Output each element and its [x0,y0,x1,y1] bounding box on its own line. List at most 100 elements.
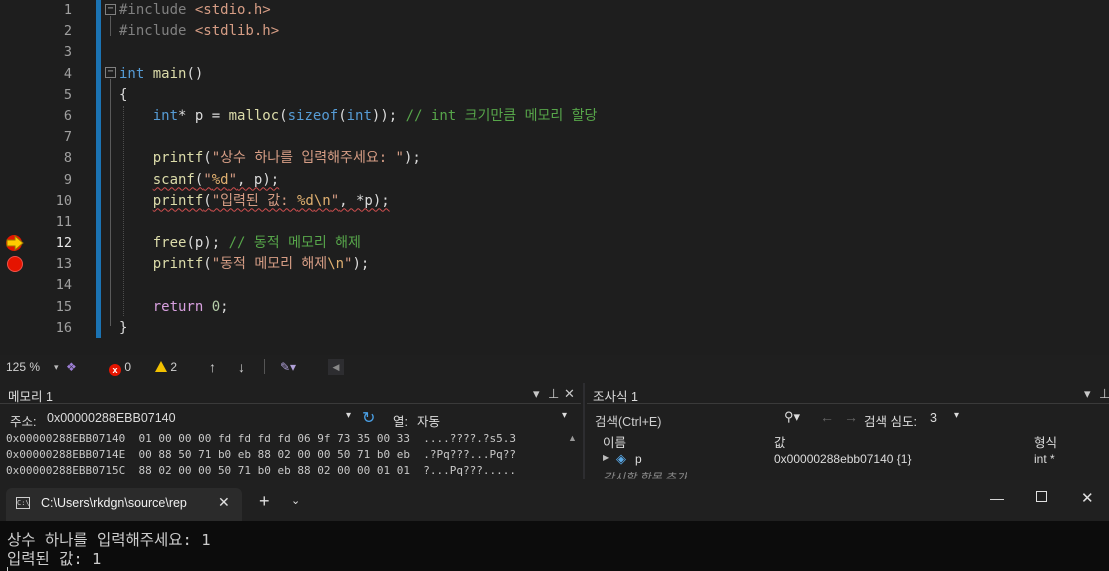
column-header-value[interactable]: 값 [774,432,786,451]
watch-row[interactable]: ▶ ◈ p 0x00000288ebb07140 {1} int * [587,450,1109,468]
memory-window[interactable]: 메모리 1 ▾ ⊥ ✕ 주소: 0x00000288EBB07140 ▾ ↻ 열… [0,383,581,479]
watch-item-name[interactable]: p [635,452,642,466]
change-tracking-bar [96,0,101,338]
close-tab-icon[interactable]: ✕ [218,494,230,511]
code-line: printf("동적 메모리 해제\n"); [152,256,370,273]
line-number: 1 [63,2,72,18]
code-line: #include <stdio.h> [119,2,271,18]
line-number: 7 [63,129,72,146]
code-line: int* p = malloc(sizeof(int)); // int 크기만… [152,107,598,124]
watch-item-value[interactable]: 0x00000288ebb07140 {1} [774,452,911,466]
columns-dropdown-chevron-icon[interactable]: ▾ [562,410,567,421]
error-icon: x [109,364,121,376]
intellicode-icon[interactable]: ❖ [66,360,77,374]
warning-icon [155,361,167,372]
watch-toolbar: 검색(Ctrl+E) ⚲▾ ← → 검색 심도: 3 ▾ [587,407,1109,429]
close-icon[interactable]: ✕ [564,386,575,402]
fold-guide [110,79,111,326]
memory-toolbar: 주소: 0x00000288EBB07140 ▾ ↻ 열: 자동 ▾ [0,407,581,429]
pane-menu-chevron-icon[interactable]: ▾ [533,386,540,402]
variable-cube-icon: ◈ [616,451,626,466]
code-editor[interactable]: 1 2 3 4 5 6 7 8 9 10 11 12 13 14 15 16 −… [0,0,1109,355]
code-line: return 0; [152,298,229,315]
new-tab-plus-icon[interactable]: + [259,491,270,512]
column-header-name[interactable]: 이름 [603,432,626,451]
breakpoint-gutter[interactable] [0,0,30,355]
tab-dropdown-chevron-icon[interactable]: ⌄ [291,494,300,507]
terminal-tab[interactable]: C:\ C:\Users\rkdgn\source\rep ✕ [6,488,242,521]
code-line: } [119,319,128,336]
line-number: 15 [55,298,72,315]
watch-item-type: int * [1034,452,1055,466]
memory-row[interactable]: 0x00000288EBB0714E 00 88 50 71 b0 eb 88 … [6,448,516,461]
code-cleanup-brush-icon[interactable]: ✎▾ [280,360,296,374]
code-line: free(p); // 동적 메모리 해제 [152,235,361,252]
line-number: 11 [55,213,72,230]
code-line: #include <stdlib.h> [119,23,280,40]
next-issue-arrow-icon[interactable]: ↓ [238,360,245,374]
terminal-output-line: 입력된 값: 1 [7,550,102,568]
minimize-icon[interactable]: — [990,490,1004,506]
terminal-tab-bar: C:\ C:\Users\rkdgn\source\rep ✕ + ⌄ — ✕ [0,480,1109,521]
line-number: 13 [55,256,72,273]
terminal-tab-title: C:\Users\rkdgn\source\rep [41,496,187,510]
zoom-level[interactable]: 125 % [6,360,40,374]
memory-row[interactable]: 0x00000288EBB0715C 88 02 00 00 50 71 b0 … [6,464,516,477]
code-line: printf("상수 하나를 입력해주세요: "); [152,150,421,167]
refresh-icon[interactable]: ↻ [362,408,375,428]
column-header-type[interactable]: 형식 [1034,432,1057,451]
search-forward-arrow-icon[interactable]: → [844,409,858,425]
watch-header-row: 이름 값 형식 [587,430,1109,451]
divider [587,403,1109,404]
code-line: int main() [119,65,204,82]
scroll-left-icon[interactable]: ◀ [328,359,344,375]
line-numbers: 1 2 3 4 5 6 7 8 9 10 11 12 13 14 15 16 [30,0,72,339]
pane-menu-chevron-icon[interactable]: ▾ [1084,386,1091,402]
search-depth-select[interactable]: 3 [930,411,937,425]
depth-dropdown-chevron-icon[interactable]: ▾ [954,410,959,421]
pin-icon[interactable]: ⊥ [1099,386,1109,402]
columns-select[interactable]: 자동 [417,411,440,430]
code-line: scanf("%d", p); [152,171,280,188]
terminal-window[interactable]: C:\ C:\Users\rkdgn\source\rep ✕ + ⌄ — ✕ … [0,480,1109,571]
watch-window[interactable]: 조사식 1 ▾ ⊥ 검색(Ctrl+E) ⚲▾ ← → 검색 심도: 3 ▾ 이… [587,383,1109,479]
warning-count[interactable]: 2 [155,360,177,374]
previous-issue-arrow-icon[interactable]: ↑ [209,360,216,374]
pin-icon[interactable]: ⊥ [548,386,559,402]
fold-toggle-icon[interactable]: − [105,67,116,78]
editor-status-strip: 125 % ▾ ❖ x 0 2 ↑ ↓ ✎▾ ◀ [0,355,1109,379]
scroll-up-icon[interactable]: ▲ [568,433,577,443]
address-input[interactable]: 0x00000288EBB07140 [47,411,176,425]
search-depth-label: 검색 심도: [864,415,917,429]
error-count[interactable]: x 0 [109,360,131,376]
expand-arrow-icon[interactable]: ▶ [603,453,609,462]
address-dropdown-chevron-icon[interactable]: ▾ [346,410,351,421]
add-watch-placeholder[interactable]: 감시할 항목 추가 [603,469,687,479]
divider [0,403,581,404]
fold-toggle-icon[interactable]: − [105,4,116,15]
fold-guide [110,16,111,36]
console-icon: C:\ [16,497,30,509]
code-lines[interactable]: #include <stdio.h> #include <stdlib.h> i… [119,0,597,339]
watch-search-input[interactable]: 검색(Ctrl+E) [595,411,661,430]
line-number: 16 [55,319,72,336]
breakpoint-icon[interactable] [7,256,23,272]
maximize-icon[interactable] [1036,491,1047,502]
line-number: 9 [63,171,72,188]
memory-row[interactable]: 0x00000288EBB07140 01 00 00 00 fd fd fd … [6,432,516,445]
close-window-icon[interactable]: ✕ [1081,489,1094,507]
terminal-cursor [7,567,8,571]
line-number: 5 [63,86,72,103]
line-number: 3 [63,44,72,61]
current-statement-breakpoint-icon[interactable] [5,234,25,252]
pane-splitter[interactable] [583,383,585,479]
line-number: 14 [55,277,72,294]
search-icon[interactable]: ⚲▾ [784,409,800,425]
search-back-arrow-icon[interactable]: ← [820,409,834,425]
zoom-dropdown-chevron-icon[interactable]: ▾ [54,360,59,374]
divider [264,359,265,374]
